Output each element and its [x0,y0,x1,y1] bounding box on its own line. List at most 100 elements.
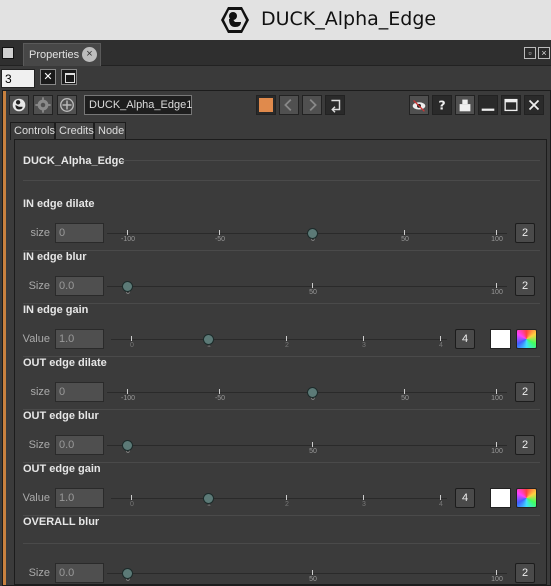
slider-tick [219,389,220,394]
slider-tick-label: 50 [401,395,409,402]
parameter-input[interactable]: 0 [55,382,104,402]
clear-panels-button[interactable]: ✕ [40,69,56,85]
color-wheel-icon[interactable] [516,329,537,349]
tile-color-swatch [259,98,273,112]
maximize-panel-button[interactable] [61,69,77,85]
slider-tick [131,495,132,500]
color-swatch-button[interactable] [490,488,511,508]
tab-node[interactable]: Node [94,122,126,140]
slider-tick-label: -50 [214,236,226,243]
revert-icon[interactable] [325,95,345,115]
node-properties-panel: DUCK_Alpha_Edge1 ? Controls Credits Node… [2,90,551,586]
slider-handle[interactable] [307,228,318,239]
slider-range-button[interactable]: 4 [455,488,475,508]
slider-range-button[interactable]: 2 [515,223,535,243]
parameter-input[interactable]: 0 [55,223,104,243]
tile-color-button[interactable] [256,95,276,115]
section-title: IN edge blur [23,251,87,263]
slider-tick [496,442,497,447]
parameter-label: Size [28,567,50,579]
add-knob-icon[interactable] [57,95,77,115]
slider-handle[interactable] [122,568,133,579]
close-panel-button[interactable]: × [538,47,550,59]
tab-properties[interactable]: Properties × [23,43,101,66]
slider-range-button[interactable]: 2 [515,276,535,296]
close-icon[interactable]: × [82,47,97,62]
parameter-input[interactable]: 0.0 [55,563,104,583]
parameter-label: size [30,386,50,398]
controls-tab-content: DUCK_Alpha_Edge IN edge dilate size 0 -100 -… [14,139,547,585]
tab-credits[interactable]: Credits [55,122,94,140]
slider-tick [363,495,364,500]
slider-tick [312,570,313,575]
slider-tick [312,442,313,447]
float-node-icon[interactable] [455,95,475,115]
slider-handle[interactable] [307,387,318,398]
slider-tick [440,495,441,500]
slider-tick-label: 50 [401,236,409,243]
slider-tick-label: 0 [130,501,134,508]
slider-tick [312,283,313,288]
node-name-input[interactable]: DUCK_Alpha_Edge1 [84,95,192,115]
slider-tick-label: 50 [309,289,317,296]
redo-icon[interactable] [302,95,322,115]
undo-icon[interactable] [279,95,299,115]
slider-track[interactable] [111,339,447,340]
section-title: OUT edge dilate [23,357,107,369]
slider-tick [496,230,497,235]
divider [23,250,540,251]
parameter-input[interactable]: 1.0 [55,329,104,349]
parameter-label: Size [28,439,50,451]
slider-track[interactable] [107,286,507,287]
section-title: OUT edge gain [23,463,101,475]
slider-range-button[interactable]: 2 [515,435,535,455]
slider-tick [496,389,497,394]
slider-track[interactable] [111,498,447,499]
slider-tick [286,495,287,500]
window-titlebar: DUCK_Alpha_Edge [0,0,551,40]
slider-tick-label: 3 [362,501,366,508]
slider-range-button[interactable]: 4 [455,329,475,349]
help-icon[interactable]: ? [432,95,452,115]
slider-tick [496,283,497,288]
node-toolbar: DUCK_Alpha_Edge1 ? [6,92,550,120]
color-swatch-button[interactable] [490,329,511,349]
max-panels-input[interactable]: 3 [1,69,35,88]
panel-menu-icon[interactable] [2,47,14,59]
section-title: IN edge gain [23,304,89,316]
parameter-input[interactable]: 0.0 [55,435,104,455]
gear-icon[interactable] [33,95,53,115]
slider-tick-label: 100 [491,448,503,455]
slider-tick-label: 3 [362,342,366,349]
slider-tick-label: 50 [309,448,317,455]
slider-range-button[interactable]: 2 [515,382,535,402]
slider-tick [496,570,497,575]
color-wheel-icon[interactable] [516,488,537,508]
divider [23,515,540,516]
slider-range-button[interactable]: 2 [515,563,535,583]
slider-handle[interactable] [122,440,133,451]
parameter-label: Value [22,333,50,345]
slider-tick-label: 100 [491,395,503,402]
slider-handle[interactable] [203,493,214,504]
parameter-input[interactable]: 0.0 [55,276,104,296]
divider [23,303,540,304]
slider-track[interactable] [107,445,507,446]
node-icon [9,95,29,115]
section-title: OVERALL blur [23,516,100,528]
slider-track[interactable] [107,573,507,574]
minimize-icon[interactable] [478,95,498,115]
slider-tick-label: -100 [120,395,136,402]
eye-icon[interactable] [409,95,429,115]
float-panel-button[interactable]: ▫ [524,47,536,59]
parameter-label: size [30,227,50,239]
maximize-icon[interactable] [501,95,521,115]
slider-handle[interactable] [203,334,214,345]
slider-tick-label: 100 [491,289,503,296]
close-icon[interactable] [524,95,544,115]
slider-tick [363,336,364,341]
slider-handle[interactable] [122,281,133,292]
tab-properties-label: Properties [29,49,80,61]
parameter-input[interactable]: 1.0 [55,488,104,508]
tab-controls[interactable]: Controls [10,122,55,140]
